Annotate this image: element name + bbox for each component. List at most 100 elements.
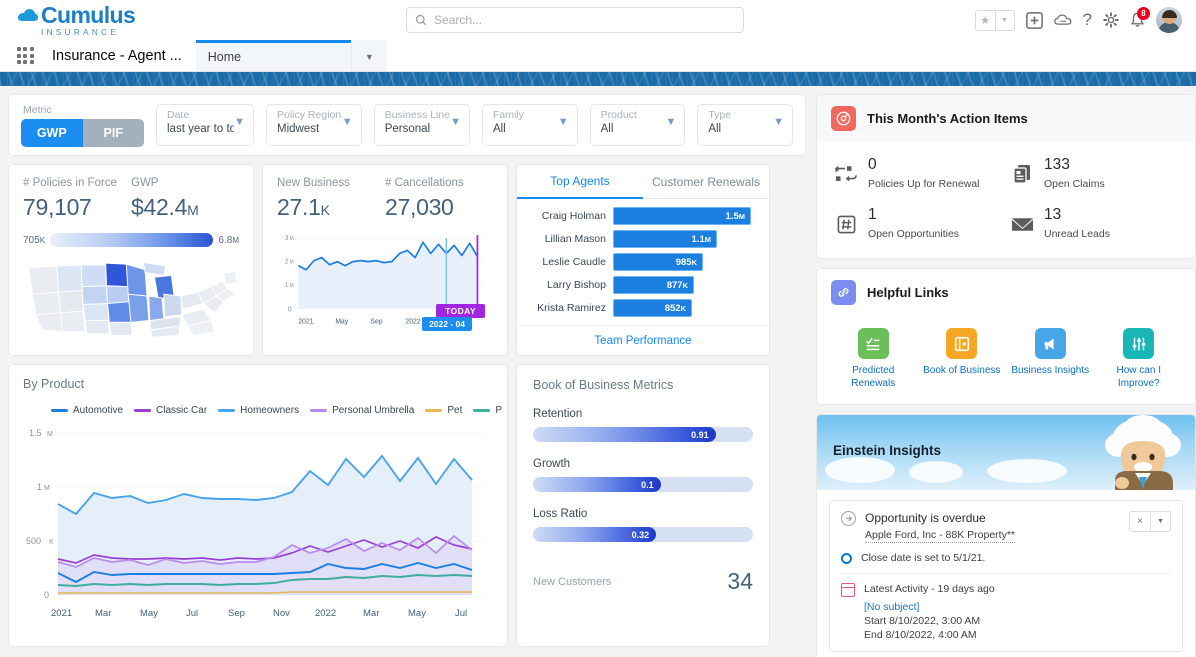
- by-product-card: By Product Automotive Classic Car Homeow…: [8, 364, 508, 647]
- favorites-chevron-down-icon[interactable]: ▼: [994, 10, 1014, 30]
- insight-subtitle[interactable]: Apple Ford, Inc - 88K Property**: [865, 529, 1015, 543]
- user-avatar[interactable]: [1156, 7, 1182, 33]
- cancellations-title: # Cancellations: [385, 177, 464, 189]
- sliders-icon: [1123, 328, 1155, 359]
- filter-family-chevron-down-icon[interactable]: ▼: [558, 116, 569, 128]
- filter-policy-region-chevron-down-icon[interactable]: ▼: [342, 116, 353, 128]
- agent-name: Krista Ramirez: [537, 302, 606, 314]
- close-icon[interactable]: ×: [1130, 512, 1150, 531]
- tab-customer-renewals[interactable]: Customer Renewals: [643, 165, 769, 199]
- filter-type-label: Type: [708, 109, 732, 121]
- table-row[interactable]: Larry Bishop 877K: [521, 275, 761, 295]
- table-row[interactable]: Lillian Mason 1.1M: [521, 229, 761, 249]
- app-name-label[interactable]: Insurance - Agent ...: [38, 40, 196, 71]
- help-icon[interactable]: ?: [1083, 10, 1092, 30]
- filter-business-line-chevron-down-icon[interactable]: ▼: [450, 116, 461, 128]
- svg-text:May: May: [408, 608, 426, 619]
- action-item-claims[interactable]: 133 Open Claims: [1009, 156, 1179, 192]
- setup-gear-icon[interactable]: [1103, 12, 1119, 28]
- legend-item-automotive[interactable]: Automotive: [51, 405, 123, 416]
- svg-text:0: 0: [288, 306, 292, 313]
- table-row[interactable]: Krista Ramirez 852K: [521, 298, 761, 318]
- scale-min-label: 705K: [23, 234, 46, 246]
- link-business-insights-label: Business Insights: [1011, 365, 1090, 376]
- metric-toggle-gwp[interactable]: GWP: [21, 118, 83, 147]
- agents-bar-list: Craig Holman 1.5M Lillian Mason 1.1M Les…: [517, 199, 769, 325]
- notifications-bell-icon[interactable]: 8: [1130, 7, 1150, 28]
- filter-business-line[interactable]: Business Line Personal ▼: [373, 104, 470, 146]
- legend-item-homeowners[interactable]: Homeowners: [218, 405, 299, 416]
- helpful-links-title: Helpful Links: [867, 285, 949, 300]
- filter-policy-region[interactable]: Policy Region Midwest ▼: [266, 104, 362, 146]
- kpi-row: # Policies in Force 79,107 GWP $42.4M 70…: [8, 164, 806, 356]
- legend-item-classic-car[interactable]: Classic Car: [134, 405, 207, 416]
- svg-text:1: 1: [37, 482, 42, 492]
- tab-home[interactable]: Home: [195, 40, 351, 71]
- chevron-down-icon[interactable]: ▼: [1150, 512, 1170, 531]
- filter-type-chevron-down-icon[interactable]: ▼: [773, 116, 784, 128]
- favorites-group[interactable]: ★ ▼: [974, 9, 1015, 31]
- app-logo[interactable]: Cumulus INSURANCE: [18, 1, 136, 37]
- agent-bar: 1.5M: [613, 207, 751, 225]
- svg-text:M: M: [47, 431, 53, 438]
- metric-toggle-pif[interactable]: PIF: [82, 118, 144, 147]
- logo-name: Cumulus: [41, 1, 136, 28]
- link-business-insights[interactable]: Business Insights: [1006, 328, 1095, 390]
- favorites-star-icon[interactable]: ★: [976, 11, 995, 30]
- new-business-title: New Business: [277, 177, 350, 189]
- action-item-leads-label: Unread Leads: [1044, 228, 1110, 240]
- metric-toggle[interactable]: GWP PIF: [21, 118, 144, 147]
- filter-date-chevron-down-icon[interactable]: ▼: [234, 116, 245, 128]
- filter-date[interactable]: Date last year to to... ▼: [156, 104, 254, 146]
- app-launcher-icon[interactable]: [12, 47, 38, 64]
- link-predicted-renewals[interactable]: Predicted Renewals: [829, 328, 918, 390]
- tab-chevron-down-icon[interactable]: ▼: [350, 40, 387, 71]
- einstein-insights-body: Opportunity is overdue Apple Ford, Inc -…: [817, 490, 1195, 657]
- legend-label: Homeowners: [240, 405, 300, 416]
- us-choropleth-map[interactable]: [23, 253, 239, 341]
- by-product-chart[interactable]: 1.5 M 1M 500 K 0 2021 Mar May Jul Sep No…: [23, 420, 493, 632]
- legend-item-p[interactable]: P: [473, 405, 502, 416]
- filter-policy-region-label: Policy Region: [277, 109, 342, 121]
- legend-item-pet[interactable]: Pet: [425, 405, 462, 416]
- search-icon: [415, 14, 427, 26]
- new-business-chart[interactable]: 3M 2M 1M 0 2021 May Sep 2022 TODAY 2022 …: [277, 227, 493, 337]
- filter-bar: Metric GWP PIF Date last year to to... ▼…: [8, 94, 806, 156]
- filter-product[interactable]: Product All ▼: [589, 104, 686, 146]
- svg-text:Sep: Sep: [370, 319, 382, 326]
- filter-type[interactable]: Type All ▼: [697, 104, 794, 146]
- svg-text:Mar: Mar: [95, 608, 111, 619]
- table-row[interactable]: Craig Holman 1.5M: [521, 206, 761, 226]
- legend-label: Personal Umbrella: [332, 405, 415, 416]
- insight-card[interactable]: Opportunity is overdue Apple Ford, Inc -…: [829, 500, 1183, 652]
- filter-product-chevron-down-icon[interactable]: ▼: [665, 116, 676, 128]
- action-item-leads[interactable]: 13 Unread Leads: [1009, 206, 1179, 242]
- team-performance-link[interactable]: Team Performance: [517, 325, 769, 355]
- svg-text:2022: 2022: [405, 319, 420, 326]
- header-icon-group: ★ ▼ ? 8: [974, 7, 1186, 33]
- gwp-value: $42.4M: [131, 194, 239, 221]
- einstein-insights-panel: Einstein Insights Opportunity is overdue…: [816, 414, 1196, 657]
- action-item-opportunities[interactable]: 1 Open Opportunities: [833, 206, 1003, 242]
- filter-family[interactable]: Family All ▼: [481, 104, 578, 146]
- search-box[interactable]: [406, 7, 744, 33]
- activity-subject-link[interactable]: [No subject]: [864, 601, 995, 613]
- action-item-renewals[interactable]: 0 Policies Up for Renewal: [833, 156, 1003, 192]
- svg-text:1.5: 1.5: [29, 428, 42, 438]
- cloud-icon[interactable]: [1053, 13, 1072, 27]
- filter-date-label: Date: [167, 109, 190, 121]
- decorative-banner: [0, 72, 1196, 86]
- legend-item-personal-umbrella[interactable]: Personal Umbrella: [310, 405, 414, 416]
- metric-growth-track: 0.1: [533, 477, 753, 492]
- cloud-logo-icon: [18, 8, 40, 22]
- link-book-of-business[interactable]: Book of Business: [918, 328, 1007, 390]
- table-row[interactable]: Leslie Caudle 985K: [521, 252, 761, 272]
- book-of-business-card: Book of Business Metrics Retention 0.91 …: [516, 364, 770, 647]
- einstein-hero: Einstein Insights: [817, 415, 1195, 490]
- add-icon[interactable]: [1025, 11, 1043, 29]
- tab-top-agents[interactable]: Top Agents: [517, 165, 643, 199]
- gwp-suffix: M: [187, 202, 199, 218]
- link-how-can-i-improve[interactable]: How can I Improve?: [1095, 328, 1184, 390]
- filter-family-value: All: [492, 123, 506, 135]
- search-input[interactable]: [434, 13, 735, 27]
